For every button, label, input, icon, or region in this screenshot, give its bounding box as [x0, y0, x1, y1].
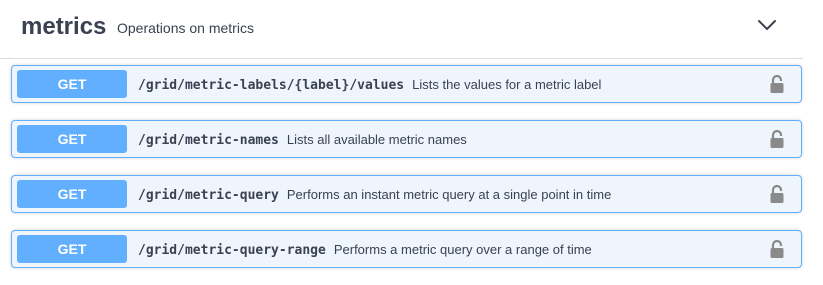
operation-path-text: /grid/metric-query	[138, 188, 279, 203]
operation-path-text: /grid/metric-names	[138, 133, 279, 148]
lock-icon[interactable]	[769, 184, 785, 204]
operation-summary: Performs an instant metric query at a si…	[286, 187, 612, 202]
chevron-down-icon[interactable]	[757, 18, 777, 32]
operation-summary: Lists all available metric names	[286, 132, 467, 147]
lock-icon[interactable]	[769, 74, 785, 94]
operation-path-text: /grid/metric-query-range	[138, 243, 326, 258]
operation-row-metric-query[interactable]: GET /grid/metric-query Performs an instan…	[11, 175, 802, 213]
method-badge: GET	[17, 70, 127, 98]
section-title: metrics	[21, 13, 107, 40]
operation-path: /grid/metric-query-range Performs a metri…	[138, 241, 592, 259]
method-badge: GET	[17, 125, 127, 153]
operation-row-metric-query-range[interactable]: GET /grid/metric-query-range Performs a m…	[11, 230, 802, 268]
operation-row-metric-labels-values[interactable]: GET /grid/metric-labels/{label}/values Li…	[11, 65, 802, 103]
operation-path: /grid/metric-labels/{label}/values Lists …	[138, 76, 601, 94]
section-header-metrics[interactable]: metrics Operations on metrics	[0, 0, 803, 59]
operation-row-metric-names[interactable]: GET /grid/metric-names Lists all availabl…	[11, 120, 802, 158]
operation-path: /grid/metric-names Lists all available me…	[138, 131, 467, 149]
method-badge: GET	[17, 235, 127, 263]
operation-path: /grid/metric-query Performs an instant me…	[138, 186, 611, 204]
operation-path-text: /grid/metric-labels/{label}/values	[138, 78, 405, 93]
section-description: Operations on metrics	[117, 20, 254, 36]
method-badge: GET	[17, 180, 127, 208]
operation-summary: Lists the values for a metric label	[412, 77, 602, 92]
lock-icon[interactable]	[769, 239, 785, 259]
lock-icon[interactable]	[769, 129, 785, 149]
operation-summary: Performs a metric query over a range of …	[333, 242, 592, 257]
